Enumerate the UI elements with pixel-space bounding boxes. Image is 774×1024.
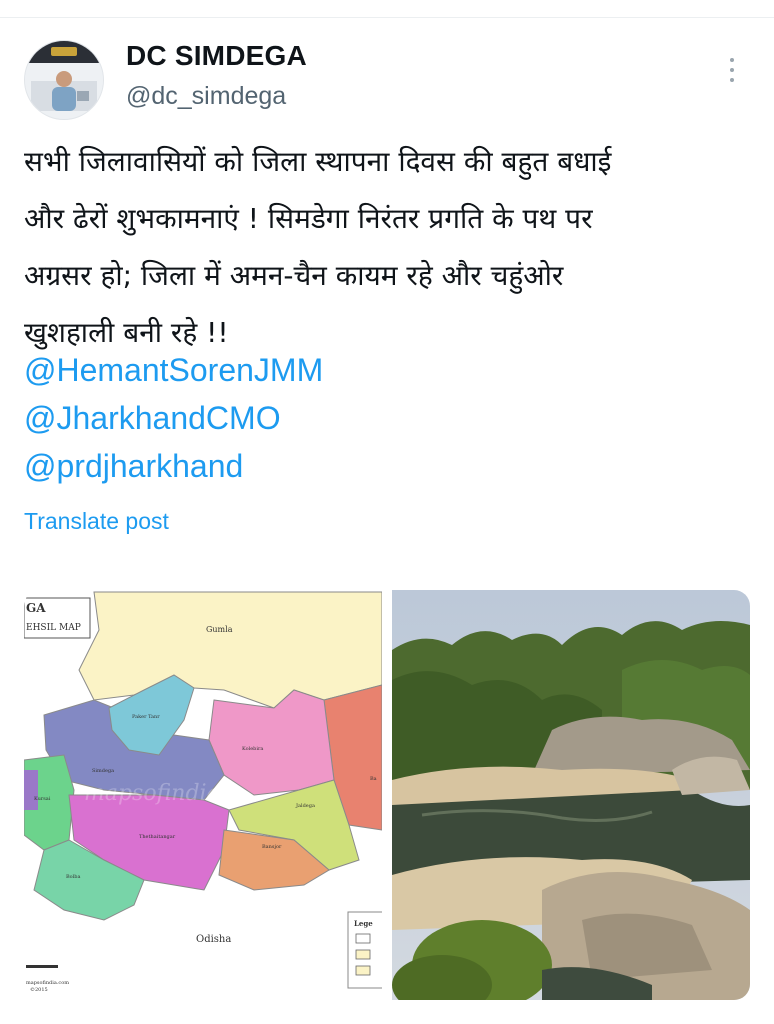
tweet-line: और ढेरों शुभकामनाएं ! सिमडेगा निरंतर प्र… <box>24 202 593 235</box>
map-title-line1: GA <box>26 601 46 615</box>
avatar-image <box>25 41 103 119</box>
map-block-label: Bansjor <box>262 844 282 850</box>
translate-post-link[interactable]: Translate post <box>24 508 169 535</box>
profile-avatar[interactable] <box>24 40 104 120</box>
map-credit: ©2015 <box>30 986 48 993</box>
tweet-line: सभी जिलावासियों को जिला स्थापना दिवस की … <box>24 145 612 178</box>
map-credit: mapsofindia.com <box>26 980 69 986</box>
map-label-north: Gumla <box>206 625 233 634</box>
map-title-line2: EHSIL MAP <box>26 623 81 633</box>
map-block-label: Kolebira <box>242 746 263 752</box>
tehsil-map: GA EHSIL MAP Gumla Paker Tanr Kolebira S… <box>24 590 389 1000</box>
tweet-line: अग्रसर हो; जिला में अमन-चैन कायम रहे और … <box>24 259 564 292</box>
tweet-text: सभी जिलावासियों को जिला स्थापना दिवस की … <box>24 133 759 361</box>
map-block-label: Jaldega <box>295 803 315 809</box>
mention-link[interactable]: @JharkhandCMO <box>24 400 281 437</box>
more-options-icon[interactable] <box>722 58 742 88</box>
map-block-label: Ba <box>370 776 377 782</box>
map-block-label: Thethaitangar <box>139 834 176 840</box>
map-block-label: Paker Tanr <box>132 714 160 720</box>
tweet-media: GA EHSIL MAP Gumla Paker Tanr Kolebira S… <box>24 590 750 1000</box>
author-name[interactable]: DC SIMDEGA <box>126 40 307 72</box>
map-image[interactable]: GA EHSIL MAP Gumla Paker Tanr Kolebira S… <box>24 590 389 1000</box>
top-divider <box>0 17 774 18</box>
author-handle[interactable]: @dc_simdega <box>126 82 286 111</box>
river-landscape-image <box>392 590 750 1000</box>
map-block-label: Bolba <box>66 874 80 880</box>
mention-link[interactable]: @HemantSorenJMM <box>24 352 323 389</box>
map-block-label: Simdega <box>92 768 114 774</box>
map-watermark: mapsofindia <box>84 781 220 806</box>
map-legend-title: Lege <box>354 919 373 928</box>
map-block-label: Kursai <box>34 796 51 802</box>
mention-link[interactable]: @prdjharkhand <box>24 448 243 485</box>
map-label-south: Odisha <box>196 934 231 945</box>
river-photo[interactable] <box>392 590 750 1000</box>
